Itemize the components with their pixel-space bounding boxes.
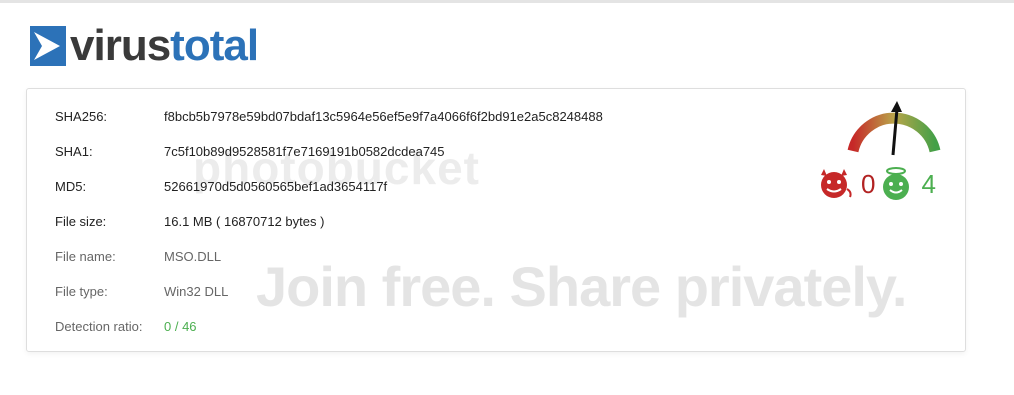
- sha256-label: SHA256:: [55, 109, 108, 124]
- md5-label: MD5:: [55, 179, 87, 194]
- watermark-overlay-text: Join free. Share privately.: [256, 255, 907, 318]
- virustotal-logo[interactable]: virustotal: [30, 21, 259, 70]
- file-size-label: File size:: [55, 214, 107, 229]
- devil-icon: [821, 169, 852, 198]
- angel-icon: [883, 167, 910, 200]
- community-score-gauge: [847, 101, 941, 156]
- md5-value: 52661970d5d0560565bef1ad3654117f: [164, 179, 388, 194]
- row-file-size: File size: 16.1 MB ( 16870712 bytes ): [55, 204, 603, 239]
- harmless-score: 4: [921, 169, 936, 199]
- sha256-value: f8bcb5b7978e59bd07bdaf13c5964e56ef5e9f7a…: [164, 109, 603, 124]
- file-name-label: File name:: [55, 249, 116, 264]
- file-type-value: Win32 DLL: [164, 284, 229, 299]
- top-border: [0, 0, 1014, 3]
- logo-text-total: total: [170, 21, 259, 70]
- virustotal-logo-icon: [30, 26, 66, 66]
- sha1-label: SHA1:: [55, 144, 93, 159]
- file-size-value: 16.1 MB ( 16870712 bytes ): [164, 214, 325, 229]
- detection-ratio-value: 0 / 46: [164, 319, 197, 334]
- logo-wordmark: virustotal: [70, 21, 259, 70]
- detection-ratio-label: Detection ratio:: [55, 319, 143, 334]
- file-type-label: File type:: [55, 284, 108, 299]
- file-name-value: MSO.DLL: [164, 249, 222, 264]
- row-sha256: SHA256: f8bcb5b7978e59bd07bdaf13c5964e56…: [55, 99, 603, 134]
- sha1-value: 7c5f10b89d9528581f7e7169191b0582dcdea745: [164, 144, 445, 159]
- row-md5: MD5: 52661970d5d0560565bef1ad3654117f: [55, 169, 603, 204]
- logo-text-virus: virus: [70, 21, 171, 70]
- row-sha1: SHA1: 7c5f10b89d9528581f7e7169191b0582dc…: [55, 134, 603, 169]
- gauge-needle-tip: [891, 101, 902, 112]
- malicious-score: 0: [861, 169, 876, 199]
- community-scores: 0 4: [815, 167, 940, 201]
